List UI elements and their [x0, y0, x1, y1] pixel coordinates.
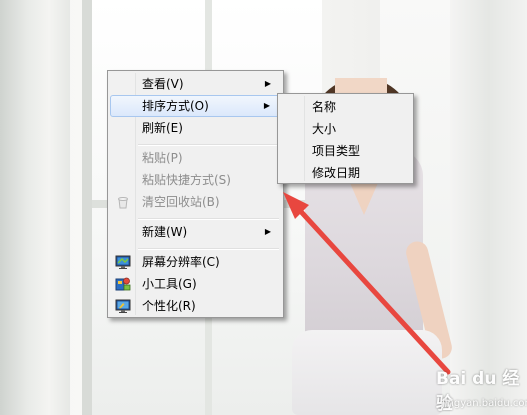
annotation-arrow-shaft	[291, 201, 451, 375]
watermark-url: jingyan.baidu.com	[442, 398, 527, 409]
annotation-arrow	[283, 192, 451, 375]
baidu-jingyan-watermark: Bai du 经验 jingyan.baidu.com	[436, 364, 527, 415]
